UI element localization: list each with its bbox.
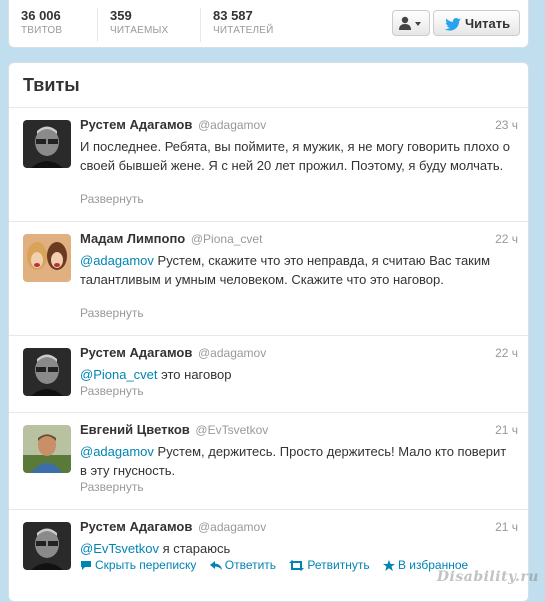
speech-bubble-icon [81,561,91,570]
retweet-button[interactable]: Ретвитнуть [289,558,370,572]
author-handle[interactable]: @adagamov [198,118,266,132]
follow-button[interactable]: Читать [433,10,520,36]
twitter-bird-icon [445,18,461,31]
tweet-item[interactable]: Рустем Адагамов @adagamov 21 ч @EvTsvetk… [9,509,528,601]
reply-icon [209,561,222,570]
tweet-item[interactable]: Рустем Адагамов @adagamov 23 ч И последн… [9,107,528,221]
tweet-timestamp[interactable]: 22 ч [495,346,518,360]
following-count-label: ЧИТАЕМЫХ [110,25,169,36]
panel-title: Твиты [23,75,80,95]
tweet-actions: Скрыть переписку Ответить Ретвитнуть В и… [80,558,478,572]
tweet-text: @Piona_cvet это наговор [80,365,510,384]
retweet-icon [289,560,305,571]
avatar[interactable] [23,425,71,473]
retweet-label: Ретвитнуть [307,558,370,572]
tweet-text: @EvTsvetkov я стараюсь [80,539,510,558]
star-icon [382,560,395,571]
reply-button[interactable]: Ответить [209,558,277,572]
author-handle[interactable]: @Piona_cvet [191,232,263,246]
watermark: Disability.ru [436,569,539,585]
mention-link[interactable]: @EvTsvetkov [80,541,159,556]
expand-link[interactable]: Развернуть [80,384,144,398]
avatar[interactable] [23,120,71,168]
tweet-text: @adagamov Рустем, держитесь. Просто держ… [80,442,510,480]
user-actions-dropdown[interactable] [392,10,430,36]
tweet-item[interactable]: Евгений Цветков @EvTsvetkov 21 ч @adagam… [9,412,528,509]
following-count: 359 [110,8,132,23]
profile-stats-card: 36 006 ТВИТОВ 359 ЧИТАЕМЫХ 83 587 ЧИТАТЕ… [8,0,529,48]
avatar[interactable] [23,522,71,570]
tweets-panel: Твиты Рустем Адагамов @adagamov 23 ч И п… [8,62,529,602]
tweet-item[interactable]: Мадам Лимпопо @Piona_cvet 22 ч @adagamov… [9,221,528,335]
follow-button-label: Читать [465,16,511,31]
author-handle[interactable]: @adagamov [198,346,266,360]
expand-link[interactable]: Развернуть [80,480,144,494]
tweet-text: И последнее. Ребята, вы поймите, я мужик… [80,137,510,175]
expand-link[interactable]: Развернуть [80,306,144,320]
tweet-timestamp[interactable]: 22 ч [495,232,518,246]
tweet-item[interactable]: Рустем Адагамов @adagamov 22 ч @Piona_cv… [9,335,528,412]
followers-count-label: ЧИТАТЕЛЕЙ [213,25,274,36]
followers-count: 83 587 [213,8,253,23]
mention-link[interactable]: @adagamov [80,444,154,459]
avatar[interactable] [23,234,71,282]
mention-link[interactable]: @adagamov [80,253,154,268]
tweet-body: И последнее. Ребята, вы поймите, я мужик… [80,139,510,173]
tweets-count-stat[interactable]: 36 006 ТВИТОВ [9,8,97,42]
tweets-count: 36 006 [21,8,61,23]
tweet-body: я стараюсь [158,541,231,556]
reply-label: Ответить [224,558,277,572]
chevron-down-icon [415,22,421,26]
author-name[interactable]: Рустем Адагамов [80,345,192,360]
tweet-timestamp[interactable]: 21 ч [495,423,518,437]
author-name[interactable]: Мадам Лимпопо [80,231,185,246]
hide-conversation-label: Скрыть переписку [95,558,197,572]
author-handle[interactable]: @adagamov [198,520,266,534]
expand-link[interactable]: Развернуть [80,192,144,206]
avatar[interactable] [23,348,71,396]
followers-count-stat[interactable]: 83 587 ЧИТАТЕЛЕЙ [200,8,330,42]
author-name[interactable]: Рустем Адагамов [80,519,192,534]
user-icon [399,16,421,30]
author-handle[interactable]: @EvTsvetkov [195,423,268,437]
tweet-body: это наговор [157,367,232,382]
author-name[interactable]: Евгений Цветков [80,422,190,437]
tweet-text: @adagamov Рустем, скажите что это неправ… [80,251,510,289]
tweet-timestamp[interactable]: 21 ч [495,520,518,534]
tweets-count-label: ТВИТОВ [21,25,63,36]
tweet-timestamp[interactable]: 23 ч [495,118,518,132]
author-name[interactable]: Рустем Адагамов [80,117,192,132]
following-count-stat[interactable]: 359 ЧИТАЕМЫХ [97,8,200,42]
mention-link[interactable]: @Piona_cvet [80,367,158,382]
hide-conversation-button[interactable]: Скрыть переписку [80,558,196,572]
